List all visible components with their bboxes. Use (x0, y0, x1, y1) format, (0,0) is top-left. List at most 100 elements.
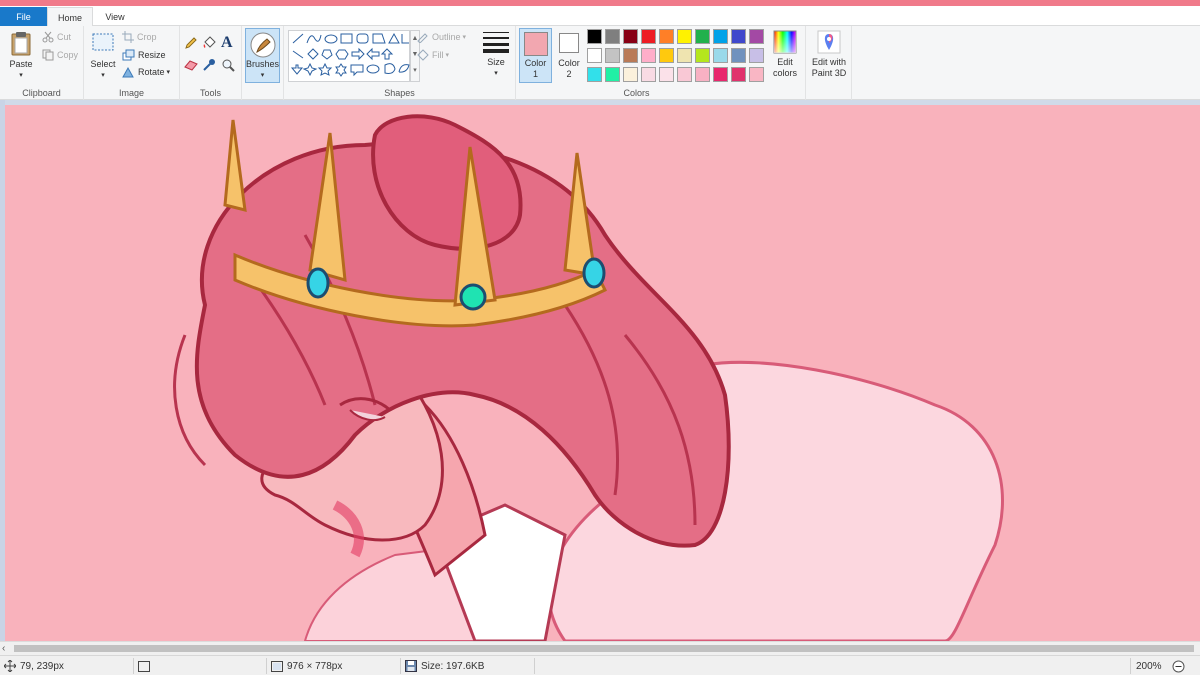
brushes-dropdown-icon: ▾ (260, 72, 265, 79)
copy-icon (42, 49, 54, 61)
resize-label: Resize (138, 50, 166, 60)
select-button[interactable]: Select ▾ (88, 32, 118, 81)
color-swatch[interactable] (731, 29, 746, 44)
outline-button[interactable]: Outline ▾ (416, 31, 466, 43)
scroll-left-icon[interactable]: ‹ (2, 642, 12, 655)
zoom-out-button[interactable] (1172, 656, 1185, 675)
color-swatch[interactable] (587, 48, 602, 63)
paste-icon (11, 32, 31, 56)
rotate-dropdown-icon: ▾ (166, 69, 171, 76)
edit-colors-line2: colors (772, 68, 797, 78)
colors-group-label: Colors (623, 88, 650, 98)
line-size-icon (483, 32, 509, 53)
color-swatch[interactable] (749, 48, 764, 63)
color-swatch[interactable] (641, 67, 656, 82)
color-swatch[interactable] (623, 48, 638, 63)
color-swatch[interactable] (641, 29, 656, 44)
color2-swatch (559, 33, 579, 53)
color-swatch[interactable] (677, 67, 692, 82)
color-swatch[interactable] (677, 29, 692, 44)
color-swatch[interactable] (659, 29, 674, 44)
resize-button[interactable]: Resize (122, 49, 166, 61)
crop-button[interactable]: Crop (122, 31, 157, 43)
size-label: Size (487, 57, 505, 67)
color-swatch[interactable] (695, 29, 710, 44)
zoom-out-icon (1172, 660, 1185, 672)
canvas-workspace[interactable] (0, 100, 1200, 641)
rotate-button[interactable]: Rotate ▾ (122, 66, 170, 78)
scissors-icon (42, 31, 54, 43)
select-label: Select (90, 59, 116, 69)
crop-label: Crop (137, 32, 157, 42)
color-swatch[interactable] (587, 67, 602, 82)
outline-dropdown-icon: ▾ (462, 34, 467, 41)
horizontal-scrollbar[interactable]: ‹ (0, 641, 1200, 655)
tab-view[interactable]: View (93, 7, 137, 26)
color1-swatch (523, 32, 548, 56)
paste-button[interactable]: Paste ▾ (6, 30, 36, 81)
cut-button[interactable]: Cut (42, 31, 71, 43)
file-menu-button[interactable]: File (0, 7, 47, 26)
edit-with-paint3d-button[interactable]: Edit with Paint 3D (808, 30, 850, 79)
rotate-icon (122, 66, 134, 78)
scrollbar-thumb[interactable] (14, 645, 1194, 652)
tools-group: A Tools (180, 26, 242, 100)
color-swatch[interactable] (677, 48, 692, 63)
select-rectangle-icon (92, 33, 114, 51)
color-swatch[interactable] (641, 48, 656, 63)
color-swatch[interactable] (605, 48, 620, 63)
color-swatch[interactable] (749, 67, 764, 82)
paste-label: Paste (9, 59, 33, 69)
color-swatch[interactable] (695, 48, 710, 63)
shapes-gallery[interactable] (288, 30, 410, 82)
color-swatch[interactable] (605, 29, 620, 44)
image-group-label: Image (118, 88, 144, 98)
color1-button[interactable]: Color 1 (519, 28, 552, 83)
file-size: Size: 197.6KB (405, 656, 484, 675)
file-size-text: Size: 197.6KB (421, 660, 485, 672)
tools-group-label: Tools (199, 88, 221, 98)
size-button[interactable]: Size ▾ (479, 30, 513, 79)
color2-button[interactable]: Color 2 (554, 31, 584, 80)
canvas-size: 976 × 778px (271, 656, 342, 675)
color-swatch[interactable] (659, 48, 674, 63)
canvas-size-icon (271, 660, 283, 672)
color-swatch[interactable] (623, 29, 638, 44)
ribbon: Paste ▾ Cut Copy Clipboard Select ▾ Crop… (0, 26, 1200, 100)
clipboard-group-label: Clipboard (22, 88, 61, 98)
drawing-canvas[interactable] (5, 105, 1200, 641)
tab-home[interactable]: Home (47, 7, 93, 27)
color-swatch[interactable] (623, 67, 638, 82)
color-picker-icon[interactable] (202, 58, 216, 72)
color-swatch[interactable] (713, 29, 728, 44)
color-swatch[interactable] (731, 67, 746, 82)
color-swatch[interactable] (731, 48, 746, 63)
fill-bucket-icon[interactable] (202, 36, 216, 50)
color-swatch[interactable] (749, 29, 764, 44)
copy-label: Copy (57, 50, 79, 60)
selection-size-icon (138, 660, 150, 672)
eraser-icon[interactable] (184, 59, 198, 71)
color-swatch[interactable] (659, 67, 674, 82)
cursor-position-text: 79, 239px (20, 660, 64, 672)
brushes-button[interactable]: Brushes ▾ (245, 28, 280, 83)
status-bar: 79, 239px 976 × 778px Size: 197.6KB 200% (0, 655, 1200, 675)
size-dropdown-icon: ▾ (494, 70, 498, 77)
fill-dropdown-icon: ▾ (445, 52, 450, 59)
copy-button[interactable]: Copy (42, 49, 78, 61)
color-swatch[interactable] (695, 67, 710, 82)
pencil-icon[interactable] (184, 36, 198, 50)
cursor-position: 79, 239px (4, 656, 64, 675)
color-swatch[interactable] (713, 67, 728, 82)
color-swatch[interactable] (587, 29, 602, 44)
color-spectrum-icon (773, 30, 797, 54)
image-group: Select ▾ Crop Resize Rotate ▾ Image (84, 26, 180, 100)
cut-label: Cut (57, 32, 72, 42)
edit-colors-button[interactable]: Edit colors (768, 30, 802, 79)
text-icon[interactable]: A (221, 34, 233, 52)
paint3d-line2: Paint 3D (811, 68, 847, 78)
fill-button[interactable]: Fill ▾ (416, 49, 449, 61)
magnifier-icon[interactable] (221, 58, 235, 72)
color-swatch[interactable] (713, 48, 728, 63)
color-swatch[interactable] (605, 67, 620, 82)
